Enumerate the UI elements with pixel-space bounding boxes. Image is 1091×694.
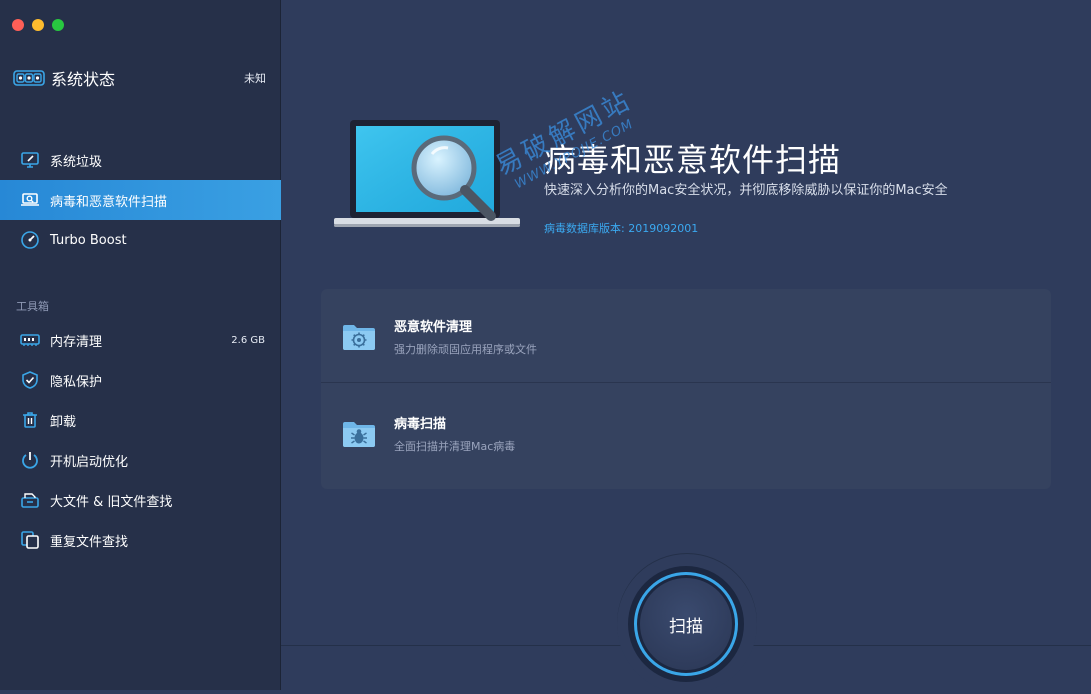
sidebar-item-memory-clean[interactable]: 内存清理 2.6 GB [0, 320, 281, 360]
option-malware-removal[interactable]: 恶意软件清理 强力删除顽固应用程序或文件 [321, 289, 1051, 383]
shield-check-icon [20, 370, 40, 390]
sidebar-item-label: 大文件 & 旧文件查找 [50, 494, 173, 510]
speedometer-icon [20, 230, 40, 250]
option-virus-scan[interactable]: 病毒扫描 全面扫描并清理Mac病毒 [321, 386, 1051, 480]
virus-db-label: 病毒数据库版本: [544, 222, 629, 235]
memory-value: 2.6 GB [231, 334, 265, 346]
system-status-icon [13, 70, 45, 86]
power-icon [20, 450, 40, 470]
laptop-magnifier-illustration [334, 120, 520, 227]
trash-icon [20, 410, 40, 430]
sidebar-item-label: Turbo Boost [50, 232, 127, 248]
virus-db-version: 病毒数据库版本: 2019092001 [544, 220, 698, 236]
system-status-value: 未知 [244, 72, 266, 85]
sidebar-item-startup[interactable]: 开机启动优化 [0, 440, 281, 480]
option-title: 恶意软件清理 [394, 319, 473, 335]
gear-folder-icon [343, 325, 375, 350]
sidebar-item-label: 隐私保护 [50, 374, 103, 390]
option-title: 病毒扫描 [394, 416, 447, 432]
sidebar-item-privacy[interactable]: 隐私保护 [0, 360, 281, 400]
file-box-icon [20, 490, 40, 510]
sidebar-item-label: 卸载 [50, 414, 77, 430]
minimize-window-button[interactable] [32, 19, 44, 31]
page-title: 病毒和恶意软件扫描 [544, 141, 842, 179]
virus-db-value: 2019092001 [628, 222, 699, 235]
option-subtitle: 全面扫描并清理Mac病毒 [394, 439, 516, 453]
sidebar-item-uninstall[interactable]: 卸载 [0, 400, 281, 440]
card-divider [321, 382, 1051, 383]
page-subtitle: 快速深入分析你的Mac安全状况，并彻底移除威胁以保证你的Mac安全 [544, 183, 948, 198]
scan-button-label: 扫描 [669, 616, 703, 637]
scan-button[interactable]: 扫描 [628, 566, 744, 682]
sidebar-item-label: 重复文件查找 [50, 534, 129, 550]
sidebar-item-label: 病毒和恶意软件扫描 [50, 194, 168, 210]
close-window-button[interactable] [12, 19, 24, 31]
sidebar-item-large-old-files[interactable]: 大文件 & 旧文件查找 [0, 480, 281, 520]
monitor-clean-icon [20, 150, 40, 170]
sidebar-item-label: 系统垃圾 [50, 154, 103, 170]
sidebar-item-virus-scan[interactable]: 病毒和恶意软件扫描 [0, 180, 281, 220]
duplicate-files-icon [20, 530, 40, 550]
option-subtitle: 强力删除顽固应用程序或文件 [394, 342, 537, 356]
sidebar-item-system-junk[interactable]: 系统垃圾 [0, 140, 281, 180]
bug-folder-icon [343, 422, 375, 447]
laptop-scan-icon [20, 190, 40, 210]
toolbox-section-title: 工具箱 [16, 300, 49, 313]
sidebar-item-duplicate-files[interactable]: 重复文件查找 [0, 520, 281, 560]
scan-options-card: 恶意软件清理 强力删除顽固应用程序或文件 病毒扫描 全面扫描并清理Mac病毒 [321, 289, 1051, 489]
system-status-row[interactable]: 系统状态 未知 [13, 64, 266, 92]
memory-icon [20, 330, 40, 350]
zoom-window-button[interactable] [52, 19, 64, 31]
sidebar-item-turbo-boost[interactable]: Turbo Boost [0, 220, 281, 260]
sidebar: 系统状态 未知 系统垃圾 病毒和恶意软件扫描 Turbo Boost 工具箱 内… [0, 0, 281, 690]
system-status-label: 系统状态 [51, 70, 116, 89]
sidebar-item-label: 内存清理 [50, 334, 103, 350]
window-controls [12, 19, 64, 31]
sidebar-item-label: 开机启动优化 [50, 454, 129, 470]
